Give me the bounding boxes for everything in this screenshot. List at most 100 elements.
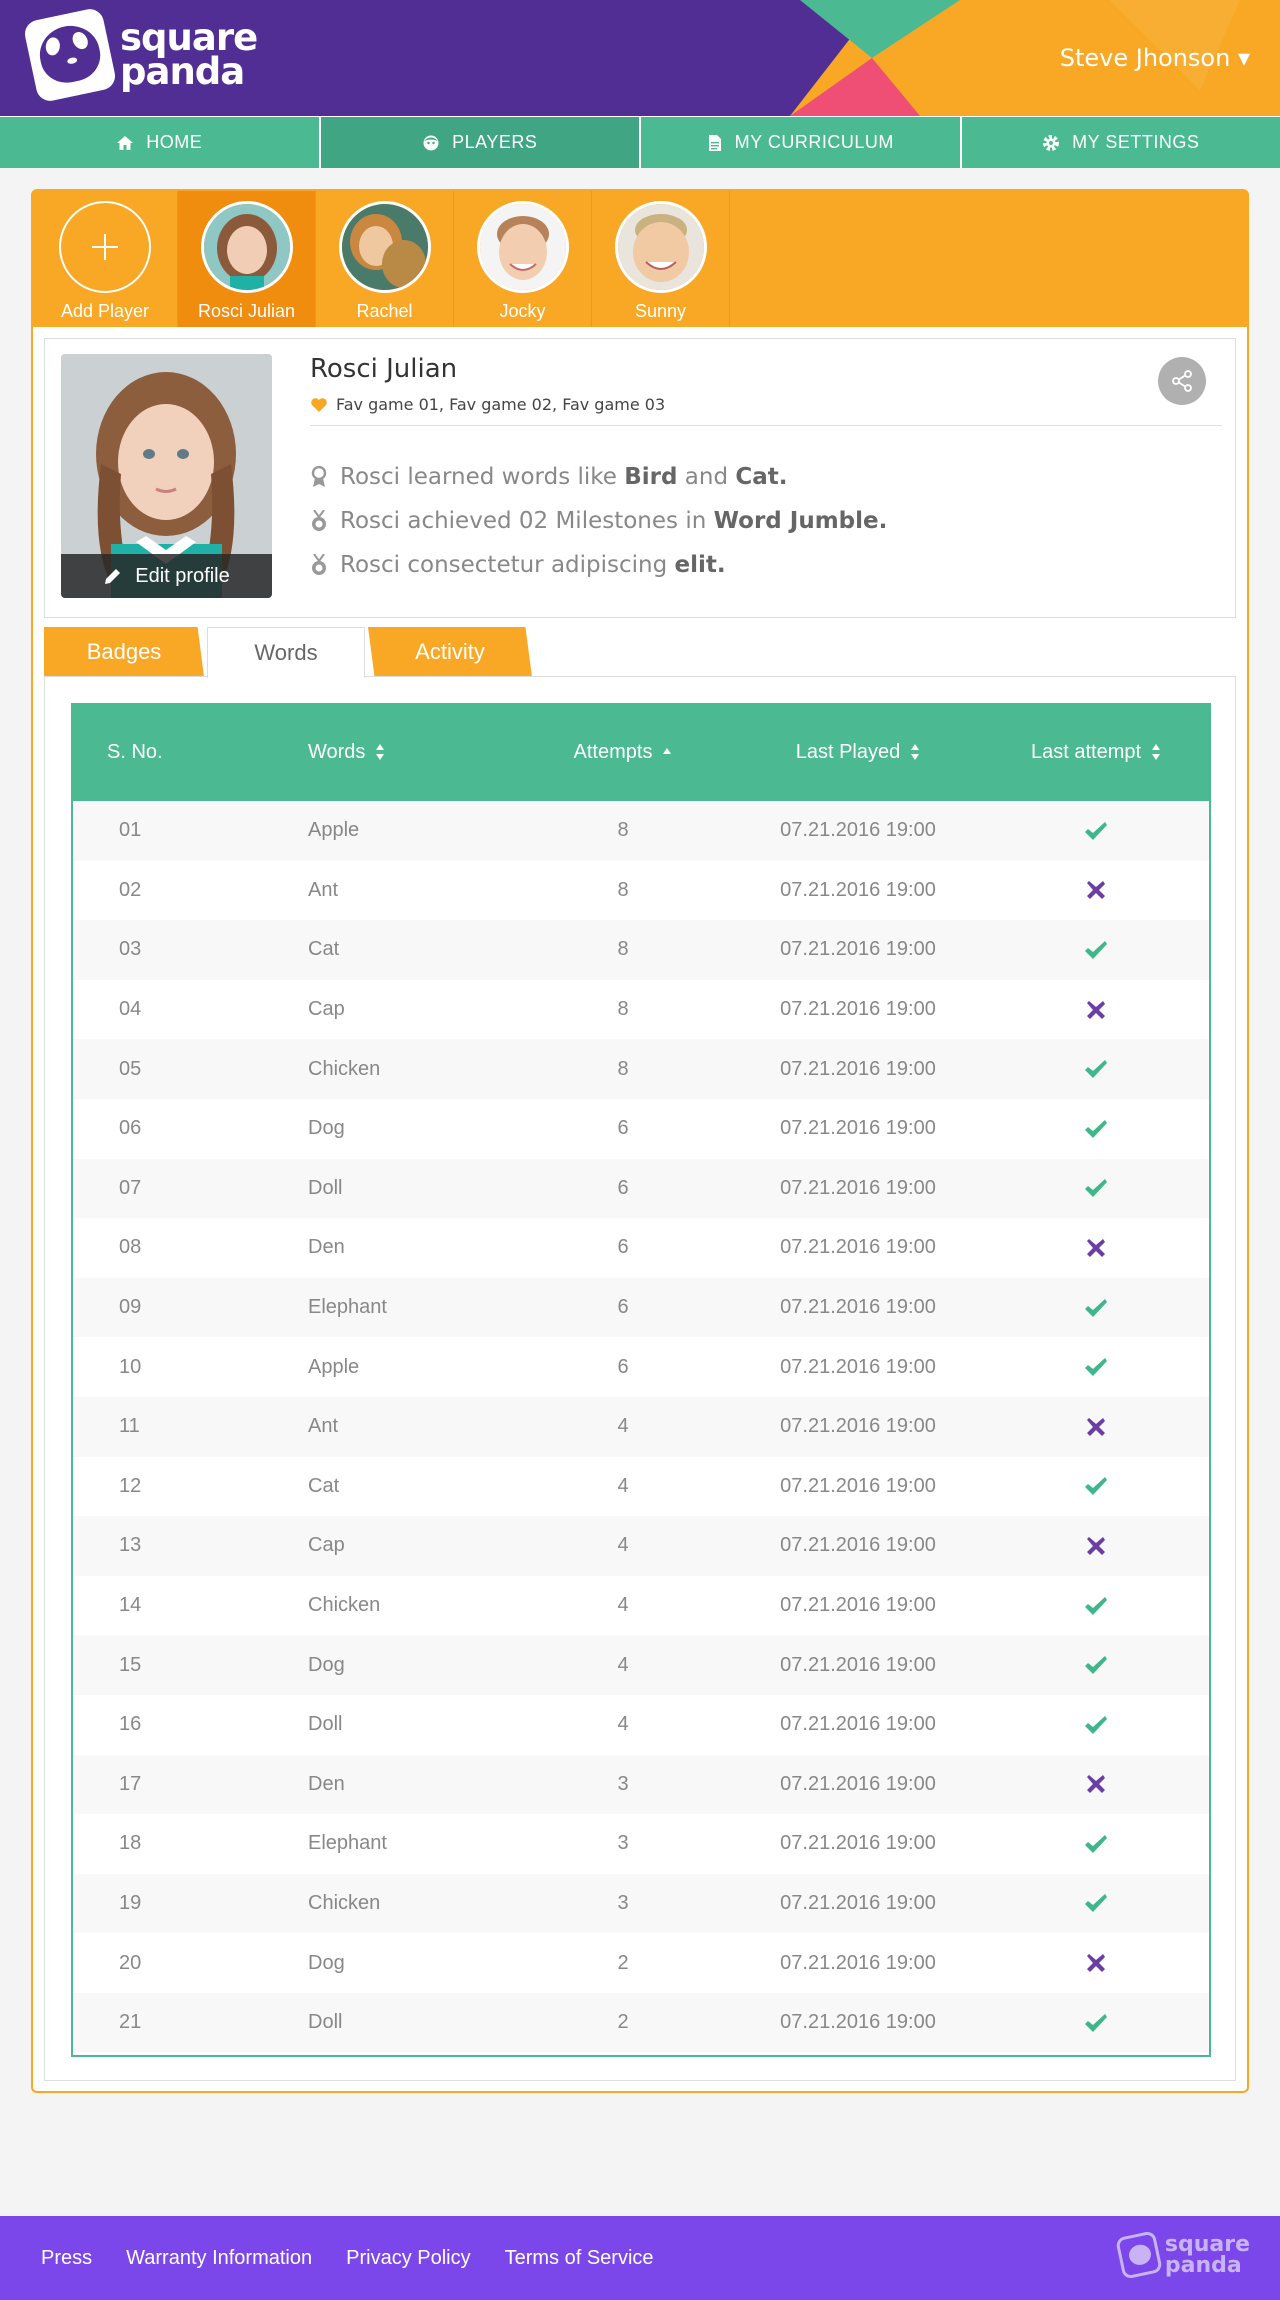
player-jocky[interactable]: Jocky bbox=[454, 191, 592, 327]
cell-last-played: 07.21.2016 19:00 bbox=[780, 878, 936, 901]
check-icon bbox=[1085, 821, 1107, 840]
footer-link-press[interactable]: Press bbox=[41, 2247, 92, 2270]
cross-icon bbox=[1087, 1954, 1105, 1973]
cell-attempts: 8 bbox=[617, 998, 629, 1021]
check-icon bbox=[1085, 1894, 1107, 1913]
cell-last-attempt bbox=[983, 821, 1209, 841]
tab-activity[interactable]: Activity bbox=[368, 627, 532, 677]
cell-sno: 09 bbox=[119, 1296, 142, 1319]
cell-last-attempt bbox=[983, 1655, 1209, 1675]
header-last-played[interactable]: Last Played bbox=[733, 741, 983, 764]
heart-icon bbox=[311, 397, 327, 412]
user-menu[interactable]: Steve Jhonson ▾ bbox=[1060, 44, 1250, 72]
cell-last-attempt bbox=[983, 1536, 1209, 1556]
share-icon bbox=[1172, 370, 1192, 392]
avatar bbox=[476, 201, 569, 293]
player-rosci-julian[interactable]: Rosci Julian bbox=[178, 191, 316, 327]
cross-icon bbox=[1087, 881, 1105, 900]
footer-link-privacy[interactable]: Privacy Policy bbox=[346, 2247, 470, 2270]
profile-photo: Edit profile bbox=[61, 354, 272, 598]
cell-last-played: 07.21.2016 19:00 bbox=[780, 1415, 936, 1438]
check-icon bbox=[1085, 1715, 1107, 1734]
check-icon bbox=[1085, 1656, 1107, 1675]
cell-word: Ant bbox=[308, 1415, 339, 1438]
profile-name: Rosci Julian bbox=[310, 354, 458, 384]
cell-last-played: 07.21.2016 19:00 bbox=[780, 1117, 936, 1140]
cell-attempts: 2 bbox=[617, 2011, 629, 2034]
table-row: 14 Chicken 4 07.21.2016 19:00 bbox=[73, 1576, 1209, 1636]
check-icon bbox=[1085, 1179, 1107, 1198]
nav-my-settings[interactable]: MY SETTINGS bbox=[961, 116, 1280, 168]
cell-word: Apple bbox=[308, 819, 360, 842]
table-row: 04 Cap 8 07.21.2016 19:00 bbox=[73, 980, 1209, 1040]
player-rachel[interactable]: Rachel bbox=[316, 191, 454, 327]
header-words[interactable]: Words bbox=[308, 741, 513, 764]
sort-icon bbox=[1152, 744, 1161, 760]
check-icon bbox=[1085, 940, 1107, 959]
cell-attempts: 3 bbox=[617, 1772, 629, 1795]
cell-attempts: 3 bbox=[617, 1832, 629, 1855]
footer-link-warranty[interactable]: Warranty Information bbox=[126, 2247, 312, 2270]
share-button[interactable] bbox=[1158, 357, 1206, 405]
cell-last-attempt bbox=[983, 2013, 1209, 2033]
cell-sno: 20 bbox=[119, 1951, 142, 1974]
cell-attempts: 4 bbox=[617, 1594, 629, 1617]
sort-icon bbox=[376, 744, 385, 760]
table-row: 21 Doll 2 07.21.2016 19:00 bbox=[73, 1992, 1209, 2053]
check-icon bbox=[1085, 1834, 1107, 1853]
header-attempts[interactable]: Attempts bbox=[513, 741, 733, 764]
table-row: 01 Apple 8 07.21.2016 19:00 bbox=[73, 801, 1209, 861]
cell-last-attempt bbox=[983, 1357, 1209, 1377]
tab-badges[interactable]: Badges bbox=[44, 627, 204, 677]
player-sunny[interactable]: Sunny bbox=[592, 191, 730, 327]
cell-word: Dog bbox=[308, 1653, 345, 1676]
cell-attempts: 4 bbox=[617, 1713, 629, 1736]
table-row: 05 Chicken 8 07.21.2016 19:00 bbox=[73, 1039, 1209, 1099]
cell-last-played: 07.21.2016 19:00 bbox=[780, 1057, 936, 1080]
footer-link-terms[interactable]: Terms of Service bbox=[505, 2247, 654, 2270]
cell-last-played: 07.21.2016 19:00 bbox=[780, 938, 936, 961]
nav-home[interactable]: HOME bbox=[0, 116, 321, 168]
cell-last-attempt bbox=[983, 940, 1209, 960]
nav-players[interactable]: PLAYERS bbox=[320, 116, 641, 168]
cell-last-attempt bbox=[983, 1000, 1209, 1020]
home-icon bbox=[117, 135, 134, 150]
panel-body: Edit profile Rosci Julian Fav game 01, F… bbox=[33, 327, 1247, 2091]
cell-attempts: 6 bbox=[617, 1176, 629, 1199]
logo[interactable]: square panda bbox=[22, 6, 258, 104]
cell-sno: 07 bbox=[119, 1176, 142, 1199]
table-row: 09 Elephant 6 07.21.2016 19:00 bbox=[73, 1277, 1209, 1338]
cell-sno: 12 bbox=[119, 1474, 142, 1497]
cell-last-played: 07.21.2016 19:00 bbox=[780, 1653, 936, 1676]
header-last-attempt[interactable]: Last attempt bbox=[983, 741, 1209, 764]
edit-profile-button[interactable]: Edit profile bbox=[61, 554, 272, 598]
table-row: 03 Cat 8 07.21.2016 19:00 bbox=[73, 920, 1209, 980]
table-row: 02 Ant 8 07.21.2016 19:00 bbox=[73, 861, 1209, 921]
cell-word: Den bbox=[308, 1772, 345, 1795]
add-player-button[interactable]: Add Player bbox=[33, 191, 178, 327]
cell-word: Dog bbox=[308, 1951, 345, 1974]
cell-last-attempt bbox=[983, 1298, 1209, 1318]
cell-word: Ant bbox=[308, 878, 339, 901]
table-row: 08 Den 6 07.21.2016 19:00 bbox=[73, 1218, 1209, 1278]
footer-logo[interactable]: square panda bbox=[1114, 2230, 1250, 2280]
table-header: S. No. Words Attempts Last Played Last a… bbox=[73, 703, 1209, 801]
fact-item: Rosci learned words like Bird and Cat. bbox=[310, 455, 887, 499]
cell-last-played: 07.21.2016 19:00 bbox=[780, 1772, 936, 1795]
header-sno: S. No. bbox=[107, 740, 163, 763]
table-row: 10 Apple 6 07.21.2016 19:00 bbox=[73, 1337, 1209, 1397]
cell-attempts: 3 bbox=[617, 1891, 629, 1914]
cell-word: Doll bbox=[308, 2011, 343, 2034]
panda-logo-icon bbox=[22, 6, 118, 104]
cell-last-played: 07.21.2016 19:00 bbox=[780, 1176, 936, 1199]
cell-last-played: 07.21.2016 19:00 bbox=[780, 819, 936, 842]
cell-attempts: 8 bbox=[617, 1057, 629, 1080]
cell-last-played: 07.21.2016 19:00 bbox=[780, 998, 936, 1021]
table-row: 19 Chicken 3 07.21.2016 19:00 bbox=[73, 1873, 1209, 1934]
check-icon bbox=[1085, 1596, 1107, 1615]
cell-sno: 17 bbox=[119, 1772, 142, 1795]
tab-words[interactable]: Words bbox=[207, 627, 365, 678]
logo-text: square panda bbox=[120, 16, 258, 93]
nav-my-curriculum[interactable]: MY CURRICULUM bbox=[641, 116, 962, 168]
avatar bbox=[200, 201, 293, 293]
